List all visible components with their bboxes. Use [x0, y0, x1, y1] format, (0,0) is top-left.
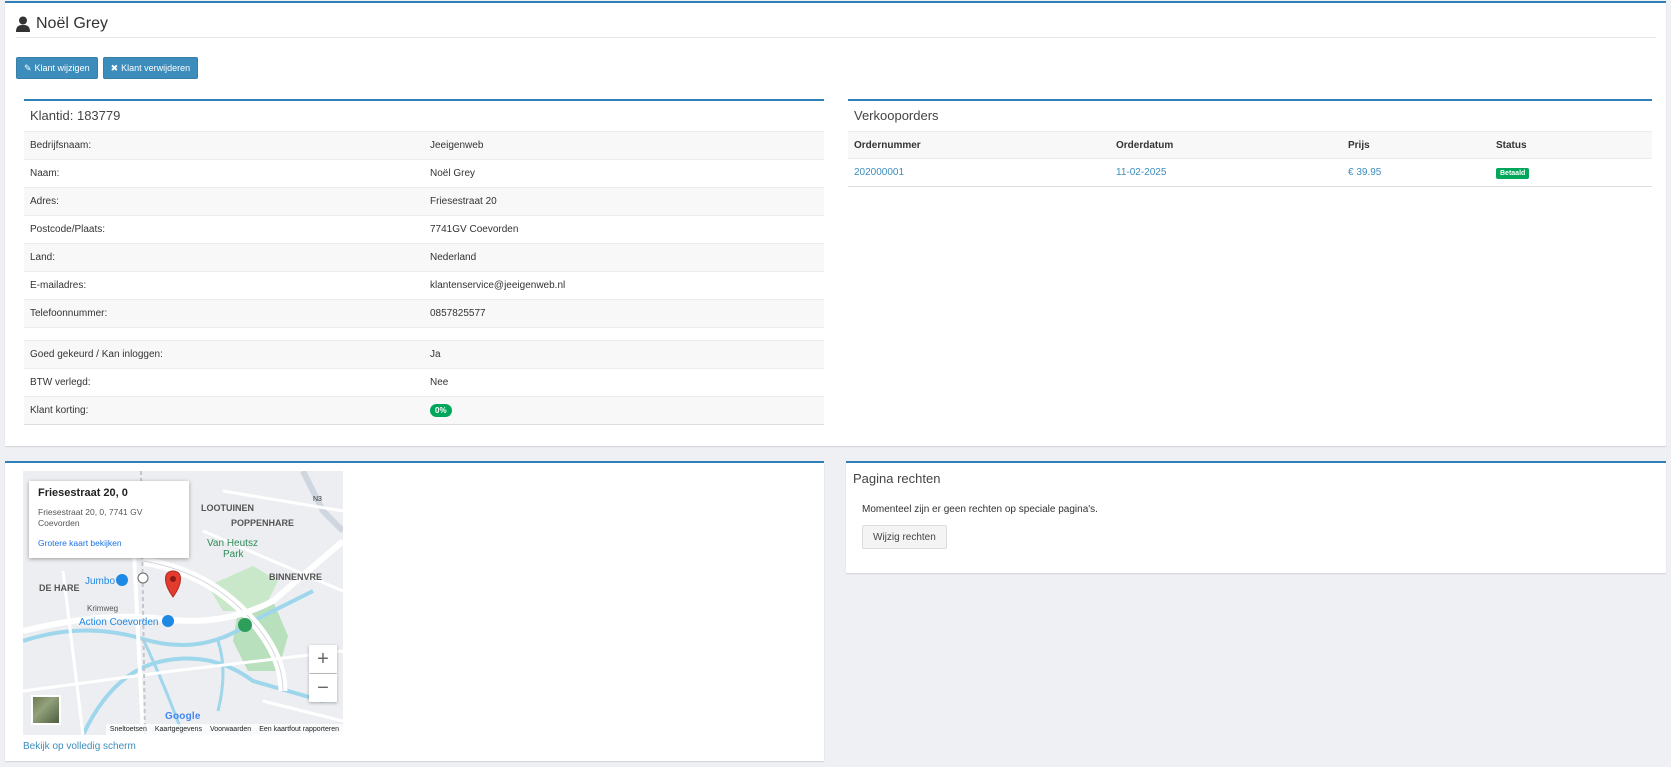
- row-value: Nederland: [424, 243, 824, 272]
- satellite-toggle[interactable]: [31, 695, 61, 725]
- sales-orders-panel: Verkooporders Ordernummer Orderdatum Pri…: [848, 99, 1652, 191]
- col-header: Status: [1490, 131, 1652, 159]
- action-toolbar: ✎ Klant wijzigen ✖ Klant verwijderen: [16, 57, 199, 79]
- order-number-link[interactable]: 202000001: [854, 167, 904, 178]
- table-row: Bedrijfsnaam: Jeeigenweb: [24, 131, 824, 160]
- table-header-row: Ordernummer Orderdatum Prijs Status: [848, 131, 1652, 159]
- user-icon: [16, 16, 30, 32]
- map-label: Jumbo: [85, 576, 115, 587]
- table-row: Goed gekeurd / Kan inloggen: Ja: [24, 340, 824, 369]
- edit-customer-label: Klant wijzigen: [34, 63, 90, 73]
- table-row: Naam: Noël Grey: [24, 159, 824, 188]
- map-label: DE HARE: [39, 583, 80, 593]
- table-row: 202000001 11-02-2025 € 39.95 Betaald: [848, 158, 1652, 187]
- edit-customer-button[interactable]: ✎ Klant wijzigen: [16, 57, 98, 79]
- row-label: Goed gekeurd / Kan inloggen:: [24, 340, 424, 369]
- map-label: BINNENVRE: [269, 572, 322, 582]
- map-data-link[interactable]: Kaartgegevens: [155, 726, 202, 733]
- orders-table: Ordernummer Orderdatum Prijs Status 2020…: [848, 131, 1652, 187]
- row-label: Bedrijfsnaam:: [24, 131, 424, 160]
- discount-badge: 0%: [430, 404, 452, 417]
- row-value: 7741GV Coevorden: [424, 215, 824, 244]
- page-title: Noël Grey: [16, 11, 1656, 38]
- report-error-link[interactable]: Een kaartfout rapporteren: [259, 726, 339, 733]
- row-value: 0857825577: [424, 299, 824, 328]
- row-label: Postcode/Plaats:: [24, 215, 424, 244]
- rights-text: Momenteel zijn er geen rechten op specia…: [862, 504, 1098, 515]
- row-value: Ja: [424, 340, 824, 369]
- row-label: Klant korting:: [24, 396, 424, 425]
- row-label: E-mailadres:: [24, 271, 424, 300]
- delete-customer-button[interactable]: ✖ Klant verwijderen: [102, 57, 199, 79]
- map-label: Krimweg: [87, 604, 118, 613]
- customer-info-panel: Klantid: 183779 Bedrijfsnaam: Jeeigenweb …: [24, 99, 824, 429]
- row-value: Nee: [424, 368, 824, 397]
- map-footer: Sneltoetsen Kaartgegevens Voorwaarden Ee…: [105, 724, 343, 735]
- rights-title: Pagina rechten: [853, 471, 941, 486]
- row-value: 0%: [424, 396, 824, 425]
- info-window-title: Friesestraat 20, 0: [38, 487, 128, 499]
- customer-id-title: Klantid: 183779: [30, 108, 121, 123]
- close-icon: ✖: [110, 62, 119, 73]
- map-box: LOOTUINEN POPPENHARE Van Heutsz Park BIN…: [5, 461, 824, 761]
- order-date-link[interactable]: 11-02-2025: [1116, 167, 1166, 178]
- edit-icon: ✎: [24, 62, 32, 73]
- page-rights-box: Pagina rechten Momenteel zijn er geen re…: [846, 461, 1666, 573]
- order-price-link[interactable]: € 39.95: [1348, 167, 1381, 178]
- map-label: Park: [223, 549, 245, 560]
- keyboard-shortcuts-link[interactable]: Sneltoetsen: [110, 726, 147, 733]
- orders-title: Verkooporders: [854, 108, 939, 123]
- row-label: Naam:: [24, 159, 424, 188]
- row-value: Noël Grey: [424, 159, 824, 188]
- table-row: Postcode/Plaats: 7741GV Coevorden: [24, 215, 824, 244]
- google-logo-text: Google: [165, 711, 201, 722]
- map-label: N3: [313, 496, 322, 503]
- table-row: Adres: Friesestraat 20: [24, 187, 824, 216]
- table-row: E-mailadres: klantenservice@jeeigenweb.nl: [24, 271, 824, 300]
- zoom-out-button[interactable]: −: [309, 674, 337, 702]
- table-row: Telefoonnummer: 0857825577: [24, 299, 824, 328]
- row-label: Adres:: [24, 187, 424, 216]
- edit-rights-button[interactable]: Wijzig rechten: [862, 525, 947, 549]
- larger-map-link[interactable]: Grotere kaart bekijken: [38, 538, 180, 548]
- customer-info-table: Bedrijfsnaam: Jeeigenweb Naam: Noël Grey A…: [24, 131, 824, 425]
- table-row: BTW verlegd: Nee: [24, 368, 824, 397]
- col-header: Ordernummer: [848, 131, 1110, 159]
- row-value: Friesestraat 20: [424, 187, 824, 216]
- table-row: Klant korting: 0%: [24, 396, 824, 425]
- terms-link[interactable]: Voorwaarden: [210, 726, 251, 733]
- table-spacer: [24, 327, 824, 341]
- map-label: Action Coevorden: [79, 617, 159, 628]
- info-window-address: Friesestraat 20, 0, 7741 GV Coevorden: [38, 507, 143, 528]
- row-value: klantenservice@jeeigenweb.nl: [424, 271, 824, 300]
- zoom-in-button[interactable]: +: [309, 645, 337, 673]
- google-logo: Google: [165, 711, 201, 722]
- delete-customer-label: Klant verwijderen: [121, 63, 191, 73]
- customer-name-title: Noël Grey: [36, 15, 109, 32]
- col-header: Prijs: [1342, 131, 1490, 159]
- customer-detail-box: Noël Grey ✎ Klant wijzigen ✖ Klant verwi…: [5, 1, 1666, 446]
- map-label: Van Heutsz: [207, 538, 258, 549]
- table-row: Land: Nederland: [24, 243, 824, 272]
- map-label: LOOTUINEN: [201, 503, 254, 513]
- map-info-window: Friesestraat 20, 0 Friesestraat 20, 0, 7…: [29, 481, 189, 558]
- map-label: POPPENHARE: [231, 518, 294, 528]
- google-map[interactable]: LOOTUINEN POPPENHARE Van Heutsz Park BIN…: [23, 471, 343, 735]
- row-label: Telefoonnummer:: [24, 299, 424, 328]
- col-header: Orderdatum: [1110, 131, 1342, 159]
- row-label: BTW verlegd:: [24, 368, 424, 397]
- fullscreen-link[interactable]: Bekijk op volledig scherm: [23, 741, 136, 752]
- row-value: Jeeigenweb: [424, 131, 824, 160]
- status-badge: Betaald: [1496, 168, 1530, 179]
- row-label: Land:: [24, 243, 424, 272]
